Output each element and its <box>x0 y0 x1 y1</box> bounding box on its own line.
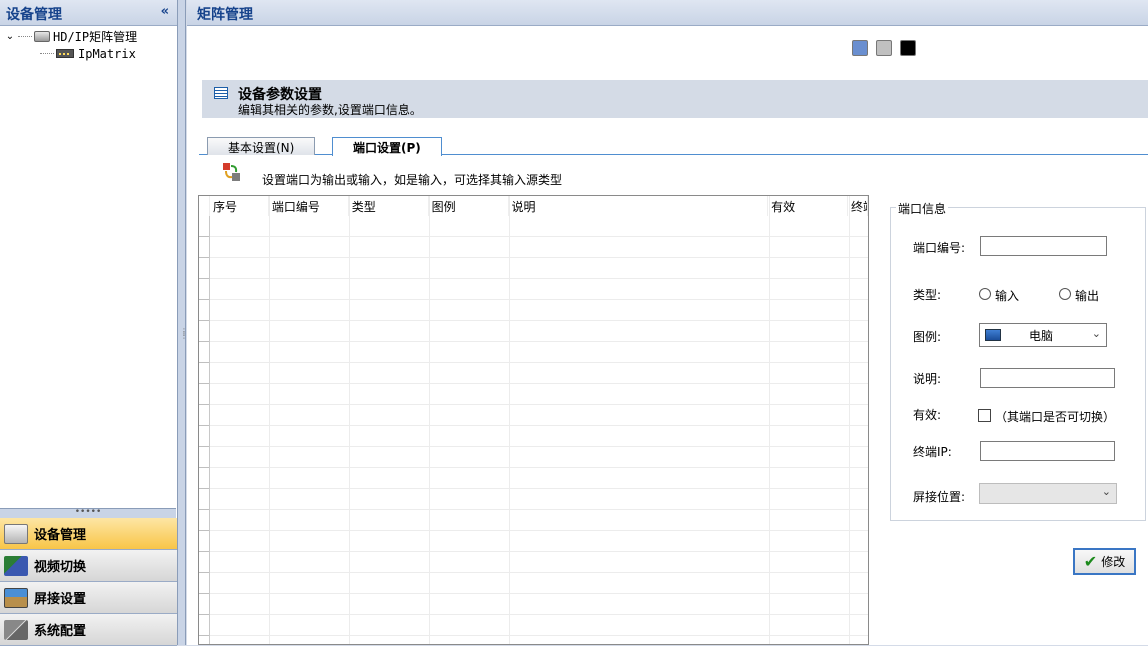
col-divider <box>509 196 510 644</box>
left-panel: 设备管理 « ⌄ HD/IP矩阵管理 IpMatrix ••••• 设备管理 视… <box>0 0 178 646</box>
nav-item-label: 视频切换 <box>34 560 87 575</box>
tree-connector <box>18 36 32 37</box>
modify-button[interactable]: ✔ 修改 <box>1073 548 1136 575</box>
column-header-index[interactable]: 序号 <box>210 196 269 216</box>
port-no-input[interactable] <box>980 236 1107 256</box>
screen-position-select[interactable]: ⌄ <box>979 483 1117 504</box>
hint-text: 设置端口为输出或输入，如是输入，可选择其输入源类型 <box>262 173 563 187</box>
port-info-legend: 端口信息 <box>896 200 949 217</box>
icon-label: 图例: <box>913 330 942 344</box>
collapse-button[interactable]: « <box>161 4 169 19</box>
valid-checkbox[interactable] <box>978 409 991 422</box>
valid-hint: （其端口是否可切换） <box>995 410 1116 424</box>
col-divider <box>849 196 850 644</box>
nav-item-device-management[interactable]: 设备管理 <box>0 518 177 550</box>
left-panel-title: 设备管理 <box>6 7 62 23</box>
col-divider <box>269 196 270 644</box>
row-header-corner <box>199 196 210 216</box>
server-icon <box>34 31 50 42</box>
tree-node-ipmatrix[interactable]: IpMatrix <box>0 45 176 62</box>
theme-swatches <box>852 40 916 56</box>
modify-button-label: 修改 <box>1101 555 1126 569</box>
tree-node-label: HD/IP矩阵管理 <box>53 30 138 44</box>
device-tree: ⌄ HD/IP矩阵管理 IpMatrix <box>0 28 176 508</box>
nav-item-system-config[interactable]: 系统配置 <box>0 614 177 646</box>
nav-panel: 设备管理 视频切换 屏接设置 系统配置 <box>0 518 177 646</box>
tree-connector <box>40 53 54 54</box>
column-header-icon[interactable]: 图例 <box>429 196 509 216</box>
theme-swatch-blue[interactable] <box>852 40 868 56</box>
nav-item-label: 设备管理 <box>34 528 87 543</box>
port-config-icon <box>223 163 240 181</box>
nav-item-screen-settings[interactable]: 屏接设置 <box>0 582 177 614</box>
right-panel-title: 矩阵管理 <box>187 0 1148 26</box>
ip-label: 终端IP: <box>913 445 952 459</box>
type-input-label: 输入 <box>995 289 1020 303</box>
col-divider <box>429 196 430 644</box>
column-header-port-no[interactable]: 端口编号 <box>269 196 349 216</box>
tree-node-hdip[interactable]: ⌄ HD/IP矩阵管理 <box>0 28 176 45</box>
tab-strip: 基本设置(N) 端口设置(P) <box>199 135 1148 156</box>
tab-basic-settings[interactable]: 基本设置(N) <box>207 137 316 155</box>
theme-swatch-black[interactable] <box>900 40 916 56</box>
chevron-down-icon[interactable]: ⌄ <box>4 31 16 42</box>
desc-input[interactable] <box>980 368 1115 388</box>
nav-item-video-switch[interactable]: 视频切换 <box>0 550 177 582</box>
device-icon <box>4 523 28 544</box>
tab-port-settings[interactable]: 端口设置(P) <box>332 137 442 156</box>
chevron-down-icon: ⌄ <box>1101 485 1111 498</box>
port-table[interactable]: 序号 端口编号 类型 图例 说明 有效 终端 <box>198 195 869 645</box>
chevron-down-icon: ⌄ <box>1091 327 1101 340</box>
row-header <box>199 216 210 644</box>
desc-label: 说明: <box>913 372 942 386</box>
column-header-desc[interactable]: 说明 <box>509 196 769 216</box>
right-panel: 矩阵管理 设备参数设置 编辑其相关的参数,设置端口信息。 基本设置(N) 端口设… <box>187 0 1148 645</box>
ip-input[interactable] <box>980 441 1115 461</box>
table-rows <box>199 216 868 644</box>
type-output-radio[interactable] <box>1059 288 1071 300</box>
vertical-splitter[interactable]: ⋮ ⋮ <box>178 0 188 645</box>
column-header-type[interactable]: 类型 <box>349 196 429 216</box>
table-icon <box>214 87 228 99</box>
table-header: 序号 端口编号 类型 图例 说明 有效 终端 <box>199 196 868 216</box>
param-description: 编辑其相关的参数,设置端口信息。 <box>238 103 422 117</box>
param-header: 设备参数设置 编辑其相关的参数,设置端口信息。 <box>202 80 1148 118</box>
col-divider <box>769 196 770 644</box>
theme-swatch-gray[interactable] <box>876 40 892 56</box>
column-header-terminal[interactable]: 终端 <box>848 196 868 216</box>
nav-item-label: 屏接设置 <box>34 592 87 607</box>
col-divider <box>349 196 350 644</box>
column-header-valid[interactable]: 有效 <box>768 196 848 216</box>
icon-select-value: 电脑 <box>1029 328 1054 343</box>
type-input-radio[interactable] <box>979 288 991 300</box>
port-no-label: 端口编号: <box>913 241 966 255</box>
monitor-icon <box>985 329 1001 341</box>
video-switch-icon <box>4 555 28 576</box>
left-panel-header: 设备管理 « <box>0 0 177 26</box>
checkmark-icon: ✔ <box>1083 552 1098 571</box>
matrix-device-icon <box>56 49 74 58</box>
icon-select[interactable]: 电脑 ⌄ <box>979 323 1107 347</box>
screen-icon <box>4 587 28 608</box>
panel-splitter[interactable]: ••••• <box>0 508 176 518</box>
nav-item-label: 系统配置 <box>34 624 87 639</box>
type-label: 类型: <box>913 288 942 302</box>
tools-icon <box>4 619 28 640</box>
screen-position-label: 屏接位置: <box>913 490 966 504</box>
type-output-label: 输出 <box>1075 289 1100 303</box>
valid-label: 有效: <box>913 408 942 422</box>
tree-node-label: IpMatrix <box>78 46 136 61</box>
